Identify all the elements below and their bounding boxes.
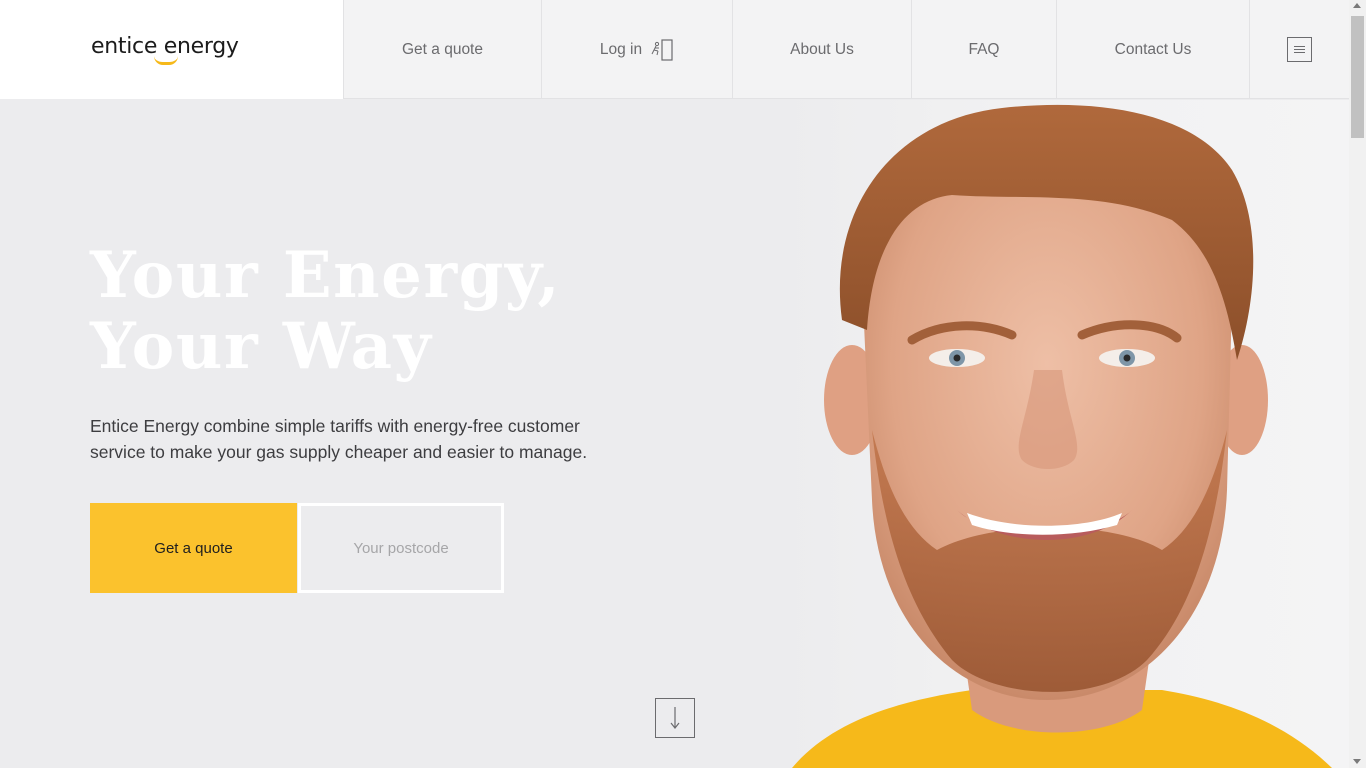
- nav-faq[interactable]: FAQ: [912, 0, 1057, 99]
- nav-contact-us-label: Contact Us: [1114, 40, 1192, 58]
- nav-get-a-quote-label: Get a quote: [401, 40, 483, 58]
- login-icon: [650, 38, 674, 61]
- logo[interactable]: entice energy: [0, 0, 344, 99]
- postcode-input[interactable]: [298, 503, 504, 593]
- menu-button[interactable]: [1250, 0, 1349, 99]
- scrollbar-thumb[interactable]: [1351, 16, 1364, 138]
- scroll-down-button[interactable]: [655, 698, 695, 738]
- nav-about-us-label: About Us: [790, 40, 854, 58]
- hero-title: Your Energy, Your Way: [90, 240, 710, 382]
- hero-section: Your Energy, Your Way Entice Energy comb…: [0, 100, 1349, 768]
- down-arrow-icon: [670, 707, 680, 729]
- get-a-quote-button[interactable]: Get a quote: [90, 503, 297, 593]
- hero-portrait-image: [772, 100, 1349, 768]
- hero-title-line-2: Your Way: [90, 309, 433, 384]
- site-header: entice energy Get a quote Log in About U…: [0, 0, 1349, 99]
- menu-icon: [1287, 37, 1312, 62]
- nav-contact-us[interactable]: Contact Us: [1057, 0, 1250, 99]
- scroll-up-arrow-icon[interactable]: [1353, 3, 1361, 8]
- nav-faq-label: FAQ: [968, 40, 1000, 58]
- nav-get-a-quote[interactable]: Get a quote: [344, 0, 542, 99]
- scroll-down-arrow-icon[interactable]: [1353, 759, 1361, 764]
- page-scrollbar[interactable]: [1349, 0, 1366, 768]
- hero-title-line-1: Your Energy,: [90, 238, 562, 313]
- nav-about-us[interactable]: About Us: [733, 0, 912, 99]
- logo-smile-icon: [154, 56, 178, 65]
- nav-log-in-label: Log in: [599, 40, 643, 58]
- nav-log-in[interactable]: Log in: [542, 0, 733, 99]
- hero-description: Entice Energy combine simple tariffs wit…: [90, 416, 588, 462]
